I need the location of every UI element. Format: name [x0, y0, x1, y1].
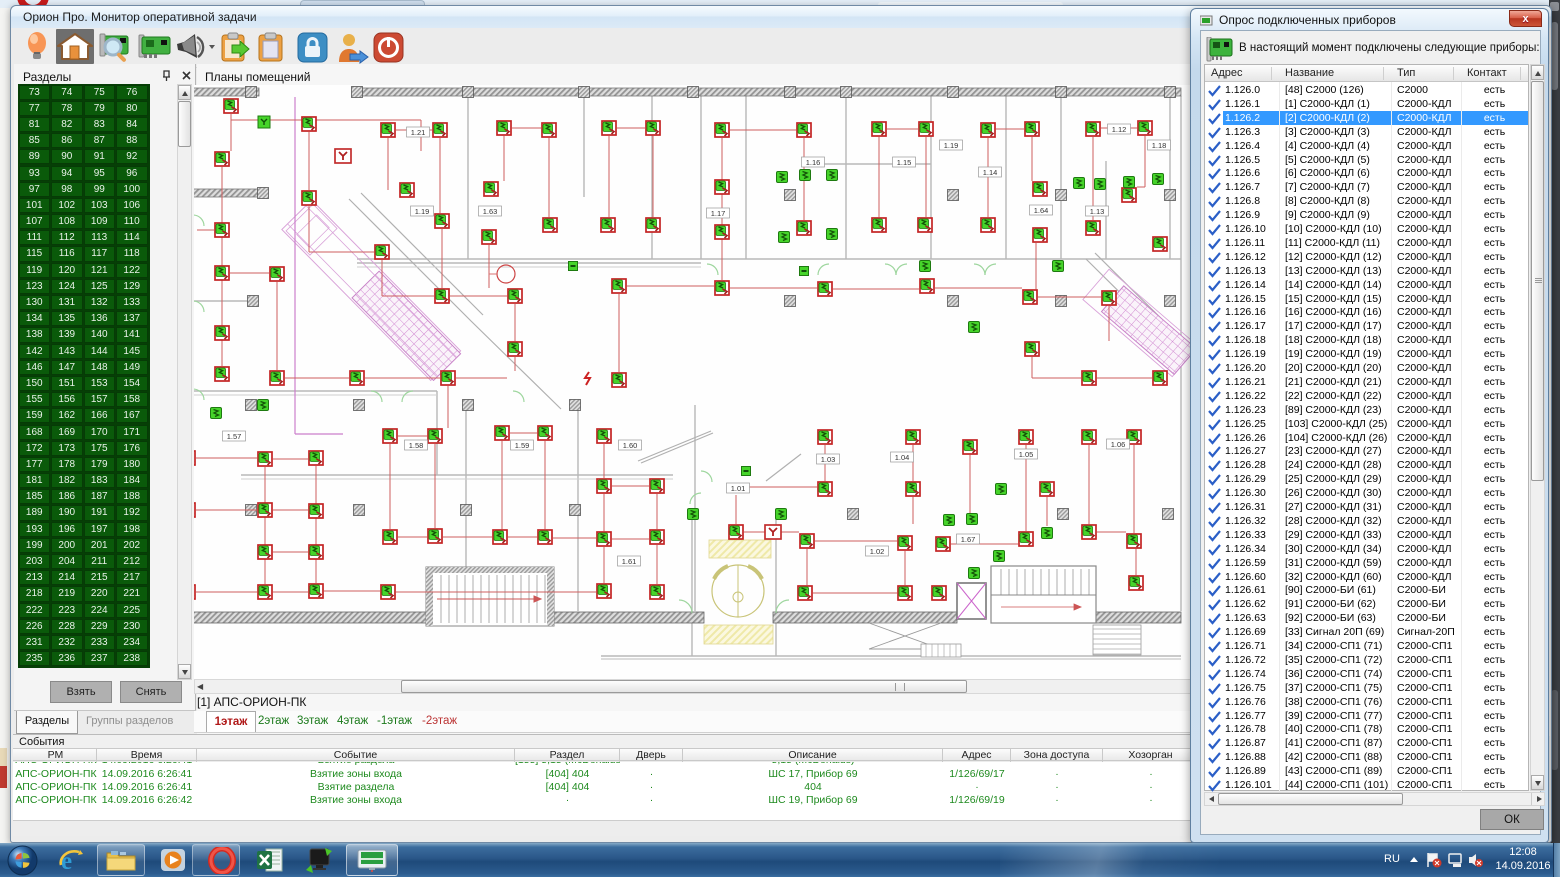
svg-text:1.21: 1.21: [411, 128, 426, 137]
svg-text:1.15: 1.15: [897, 158, 912, 167]
svg-text:1.18: 1.18: [1152, 141, 1167, 150]
svg-text:1.04: 1.04: [895, 453, 910, 462]
svg-text:1.06: 1.06: [1111, 440, 1126, 449]
svg-text:1.17: 1.17: [711, 209, 726, 218]
svg-text:1.16: 1.16: [806, 158, 821, 167]
svg-text:1.01: 1.01: [731, 484, 746, 493]
svg-text:1.02: 1.02: [870, 547, 885, 556]
svg-text:1.19: 1.19: [415, 207, 430, 216]
svg-text:1.58: 1.58: [409, 441, 424, 450]
svg-text:1.64: 1.64: [1034, 206, 1049, 215]
svg-text:1.63: 1.63: [483, 207, 498, 216]
svg-text:1.67: 1.67: [961, 535, 976, 544]
svg-text:1.14: 1.14: [983, 168, 998, 177]
svg-text:1.60: 1.60: [623, 441, 638, 450]
svg-text:1.03: 1.03: [821, 455, 836, 464]
svg-text:1.05: 1.05: [1019, 450, 1034, 459]
svg-text:1.12: 1.12: [1112, 125, 1127, 134]
svg-text:1.19: 1.19: [944, 141, 959, 150]
svg-text:1.13: 1.13: [1090, 207, 1105, 216]
svg-text:1.57: 1.57: [227, 432, 242, 441]
svg-text:1.59: 1.59: [515, 441, 530, 450]
svg-text:1.61: 1.61: [622, 557, 637, 566]
